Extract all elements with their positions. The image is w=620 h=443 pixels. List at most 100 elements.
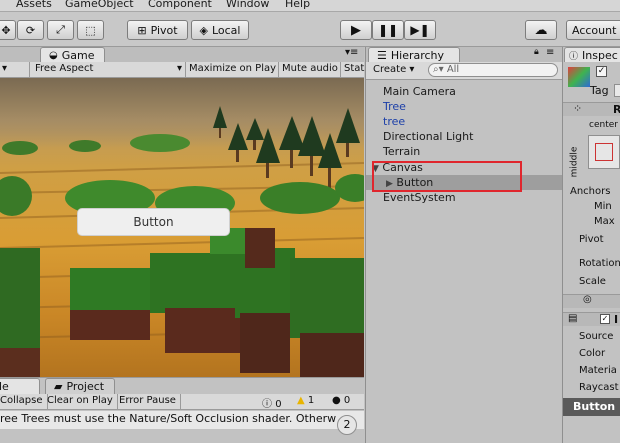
cloud-icon: ☁ [534,22,548,38]
game-viewport[interactable]: Button [0,78,364,377]
image-component-title: I [614,313,619,326]
mute-audio-toggle[interactable]: Mute audio [282,63,338,74]
clear-on-play-toggle[interactable]: Clear on Play [43,394,118,410]
menu-assets[interactable]: Assets [16,0,52,10]
anchor-preset-button[interactable] [588,135,620,169]
account-label: Account [572,23,617,37]
hierarchy-tab-label: Hierarchy [390,48,445,62]
toolbar: ✥ ⟳ ⤢ ⬚ ⊞ Pivot ◈ Local ▶ ❚❚ ▶❚ ☁ Accoun… [0,12,620,47]
step-button[interactable]: ▶❚ [404,20,436,40]
tab-hierarchy[interactable]: ☰ Hierarchy [368,47,460,62]
hierarchy-item-tree[interactable]: Tree [366,99,562,114]
pivot-label: Pivot [579,234,604,245]
hierarchy-item-label: Main Camera [383,85,456,98]
image-component-header[interactable]: ▤ ✓ I [563,312,620,326]
expand-arrow-icon[interactable]: ▼ [372,164,379,174]
create-dropdown[interactable]: Create ▾ [373,64,414,75]
folder-icon: ▰ [54,380,63,393]
image-enabled-checkbox[interactable]: ✓ [600,314,610,324]
active-checkbox[interactable]: ✓ [596,66,607,77]
error-pause-toggle[interactable]: Error Pause [115,394,181,410]
hierarchy-list: Main Camera Tree tree Directional Light … [366,80,562,443]
raycast-target-label: Raycast [579,382,619,393]
log-count: 0 [275,399,282,410]
source-image-label: Source [579,331,614,342]
rect-transform-header[interactable]: ⁘ R [563,102,620,116]
tab-game[interactable]: ◒ Game [40,47,105,62]
hierarchy-item-tree-lower[interactable]: tree [366,114,562,129]
anchor-preset-icon [595,143,613,161]
local-toggle[interactable]: ◈ Local [191,20,249,40]
rotate-icon: ⟳ [25,23,36,37]
create-label: Create [373,64,407,75]
play-button[interactable]: ▶ [340,20,372,40]
scale-tool-button[interactable]: ⤢ [47,20,74,40]
account-dropdown[interactable]: Account [566,20,620,40]
collapse-toggle[interactable]: Collapse [0,394,48,410]
ui-button[interactable]: Button [78,209,229,235]
lock-icon[interactable]: 🔒︎ [534,47,539,57]
divider [278,62,279,78]
cloud-button[interactable]: ☁ [525,20,557,40]
console-panel: le ▰ Project Collapse Clear on Play Erro… [0,377,364,443]
menu-gameobject[interactable]: GameObject [65,0,134,10]
hierarchy-item-button[interactable]: ▶ Button [366,175,562,190]
trees [213,106,360,188]
rotate-tool-button[interactable]: ⟳ [17,20,44,40]
hierarchy-item-label: Button [396,176,434,189]
search-icon: ⌕▾ [433,64,444,75]
menu-component[interactable]: Component [148,0,212,10]
warning-filter[interactable]: ▲ 1 [297,395,314,406]
hierarchy-item-label: Terrain [383,145,421,158]
anchors-max-label: Max [594,216,615,227]
material-label: Materia [579,365,617,376]
divider [340,62,341,78]
pivot-toggle[interactable]: ⊞ Pivot [127,20,188,40]
message-count: 2 [343,418,351,431]
hierarchy-item-label: Directional Light [383,130,474,143]
panel-menu-icon[interactable]: ≡ [546,47,554,58]
hierarchy-item-directional-light[interactable]: Directional Light [366,129,562,144]
aspect-dropdown[interactable]: Free Aspect [35,63,93,74]
divider [29,62,30,78]
game-control-bar: ▾ Free Aspect ▾ Maximize on Play Mute au… [0,62,370,78]
project-tab-label: Project [66,380,105,393]
canvas-renderer-header[interactable]: ◎ [563,294,620,308]
hierarchy-item-label: Canvas [382,161,423,174]
anchors-label: Anchors [570,186,611,197]
hierarchy-item-main-camera[interactable]: Main Camera [366,84,562,99]
button-component-header[interactable]: Button [563,398,620,416]
aspect-dropdown-arrow[interactable]: ▾ [177,63,182,74]
error-icon: ● [332,395,341,406]
pause-icon: ❚❚ [377,23,399,37]
log-filter[interactable]: ⓘ 0 [262,395,282,410]
panel-menu-icon[interactable]: ▾≡ [345,47,358,58]
tab-console[interactable]: le [0,378,40,394]
tab-inspector[interactable]: ⓘ Inspec [564,47,620,62]
game-tab-label: Game [61,48,95,62]
hierarchy-item-label: Tree [383,100,406,113]
game-icon: ◒ [49,49,58,61]
hierarchy-item-eventsystem[interactable]: EventSystem [366,190,562,205]
hierarchy-item-terrain[interactable]: Terrain [366,144,562,159]
pause-button[interactable]: ❚❚ [372,20,404,40]
search-placeholder: All [446,64,460,75]
console-toolbar: Collapse Clear on Play Error Pause ⓘ 0 ▲… [0,394,364,410]
collapse-arrow-icon[interactable]: ▶ [386,179,393,189]
display-dropdown-arrow[interactable]: ▾ [2,63,7,74]
menu-help[interactable]: Help [285,0,310,10]
local-label: Local [211,23,241,37]
console-message[interactable]: ree Trees must use the Nature/Soft Occlu… [0,411,364,429]
hierarchy-search-field[interactable]: ⌕▾ All [428,63,558,77]
error-filter[interactable]: ● 0 [332,395,350,406]
menu-window[interactable]: Window [226,0,269,10]
tab-project[interactable]: ▰ Project [45,378,115,394]
maximize-on-play-toggle[interactable]: Maximize on Play [189,63,276,74]
rect-transform-title: R [613,103,620,116]
move-tool-button[interactable]: ✥ [0,20,16,40]
rect-tool-button[interactable]: ⬚ [77,20,104,40]
tag-dropdown[interactable] [614,84,620,97]
ui-button-label: Button [133,215,174,229]
warning-icon: ▲ [297,395,305,406]
hierarchy-item-canvas[interactable]: ▼ Canvas [366,160,562,175]
